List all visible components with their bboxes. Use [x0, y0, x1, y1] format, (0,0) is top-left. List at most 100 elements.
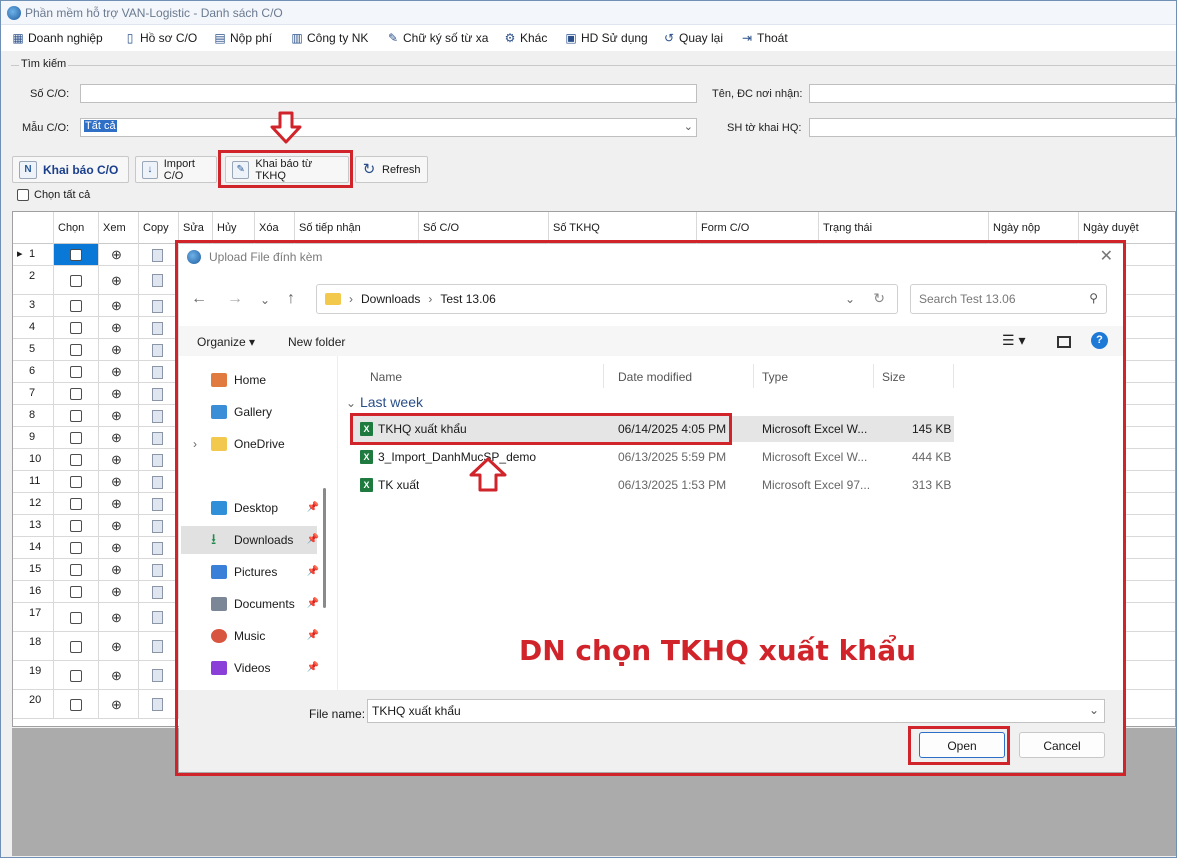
- copy-icon[interactable]: [152, 409, 163, 423]
- nav-onedrive[interactable]: › OneDrive: [181, 430, 317, 458]
- copy-icon[interactable]: [152, 387, 163, 401]
- menu-thoat[interactable]: ⇥ Thoát: [740, 29, 788, 47]
- col-size[interactable]: Size: [874, 364, 954, 388]
- copy-icon[interactable]: [152, 563, 163, 577]
- row-checkbox[interactable]: [70, 542, 82, 554]
- col-type[interactable]: Type: [754, 364, 874, 388]
- khai-bao-co-button[interactable]: N Khai báo C/O: [12, 156, 129, 183]
- row-checkbox[interactable]: [70, 274, 82, 287]
- zoom-icon[interactable]: ⊕: [111, 669, 125, 683]
- zoom-icon[interactable]: ⊕: [111, 321, 125, 335]
- menu-cong-ty-nk[interactable]: ▥ Công ty NK: [290, 29, 368, 47]
- menu-khac[interactable]: ⚙ Khác: [503, 29, 548, 47]
- copy-icon[interactable]: [152, 321, 163, 335]
- menu-nop-phi[interactable]: ▤ Nộp phí: [213, 29, 272, 47]
- zoom-icon[interactable]: ⊕: [111, 497, 125, 511]
- row-checkbox[interactable]: [70, 300, 82, 312]
- zoom-icon[interactable]: ⊕: [111, 611, 125, 625]
- nav-gallery[interactable]: Gallery: [181, 398, 317, 426]
- col-name[interactable]: Name: [362, 364, 604, 388]
- row-checkbox[interactable]: [70, 640, 82, 653]
- chevron-down-icon[interactable]: ⌄: [845, 292, 855, 306]
- address-bar[interactable]: › Downloads › Test 13.06 ⌄ ↻: [316, 284, 898, 314]
- nav-home[interactable]: Home: [181, 366, 317, 394]
- copy-icon[interactable]: [152, 299, 163, 313]
- row-checkbox[interactable]: [70, 344, 82, 356]
- nav-scrollbar[interactable]: [323, 488, 326, 608]
- copy-icon[interactable]: [152, 585, 163, 599]
- file-row[interactable]: X 3_Import_DanhMucSP_demo 06/13/2025 5:5…: [350, 444, 954, 470]
- row-checkbox[interactable]: [70, 520, 82, 532]
- row-checkbox[interactable]: [70, 669, 82, 682]
- view-list-icon[interactable]: ☰ ▾: [1002, 332, 1025, 349]
- row-checkbox[interactable]: [70, 410, 82, 422]
- copy-icon[interactable]: [152, 541, 163, 555]
- refresh-icon[interactable]: ↻: [873, 290, 885, 307]
- import-co-button[interactable]: ↓ Import C/O: [135, 156, 217, 183]
- nav-music[interactable]: Music 📌: [181, 622, 319, 650]
- row-checkbox[interactable]: [70, 498, 82, 510]
- row-checkbox[interactable]: [70, 476, 82, 488]
- copy-icon[interactable]: [152, 698, 163, 711]
- organize-button[interactable]: Organize ▾: [197, 335, 255, 349]
- search-input[interactable]: Search Test 13.06 ⚲: [910, 284, 1107, 314]
- chon-tat-ca-checkbox[interactable]: Chọn tất cả: [17, 189, 90, 201]
- nav-downloads[interactable]: ⭳ Downloads 📌: [181, 526, 319, 554]
- row-checkbox[interactable]: [70, 322, 82, 334]
- copy-icon[interactable]: [152, 475, 163, 489]
- new-folder-button[interactable]: New folder: [288, 335, 345, 349]
- menu-chu-ky-so[interactable]: ✎ Chữ ký số từ xa: [386, 29, 488, 47]
- zoom-icon[interactable]: ⊕: [111, 299, 125, 313]
- path-downloads[interactable]: Downloads: [361, 292, 420, 306]
- nav-videos[interactable]: Videos 📌: [181, 654, 319, 682]
- file-name-input[interactable]: TKHQ xuất khẩu ⌄: [367, 699, 1105, 723]
- up-arrow-icon[interactable]: ↑: [287, 290, 295, 308]
- forward-arrow-icon[interactable]: →: [227, 290, 243, 308]
- row-checkbox[interactable]: [70, 698, 82, 711]
- chevron-down-icon[interactable]: ⌄: [1089, 703, 1099, 717]
- row-checkbox[interactable]: [70, 564, 82, 576]
- zoom-icon[interactable]: ⊕: [111, 519, 125, 533]
- copy-icon[interactable]: [152, 274, 163, 287]
- zoom-icon[interactable]: ⊕: [111, 248, 125, 262]
- menu-hd-su-dung[interactable]: ▣ HD Sử dụng: [564, 29, 647, 47]
- col-date-modified[interactable]: Date modified: [610, 364, 754, 388]
- menu-ho-so-co[interactable]: ▯ Hồ sơ C/O: [123, 29, 198, 47]
- copy-icon[interactable]: [152, 611, 163, 624]
- zoom-icon[interactable]: ⊕: [111, 387, 125, 401]
- group-header[interactable]: ⌄ Last week: [346, 394, 423, 410]
- copy-icon[interactable]: [152, 669, 163, 682]
- zoom-icon[interactable]: ⊕: [111, 585, 125, 599]
- row-checkbox[interactable]: [70, 432, 82, 444]
- row-checkbox[interactable]: [70, 611, 82, 624]
- copy-icon[interactable]: [152, 640, 163, 653]
- path-current[interactable]: Test 13.06: [440, 292, 495, 306]
- copy-icon[interactable]: [152, 248, 163, 262]
- copy-icon[interactable]: [152, 365, 163, 379]
- zoom-icon[interactable]: ⊕: [111, 365, 125, 379]
- mau-co-select[interactable]: Tất cả ⌄: [80, 118, 697, 137]
- back-arrow-icon[interactable]: ←: [191, 290, 207, 308]
- file-row[interactable]: X TK xuất 06/13/2025 1:53 PM Microsoft E…: [350, 472, 954, 498]
- sh-tokhai-input[interactable]: [809, 118, 1176, 137]
- zoom-icon[interactable]: ⊕: [111, 343, 125, 357]
- zoom-icon[interactable]: ⊕: [111, 453, 125, 467]
- zoom-icon[interactable]: ⊕: [111, 475, 125, 489]
- copy-icon[interactable]: [152, 519, 163, 533]
- chevron-down-icon[interactable]: ⌄: [260, 293, 270, 307]
- checkbox[interactable]: [17, 189, 29, 201]
- nav-pictures[interactable]: Pictures 📌: [181, 558, 319, 586]
- menu-quay-lai[interactable]: ↺ Quay lại: [662, 29, 723, 47]
- refresh-button[interactable]: ↻ Refresh: [355, 156, 428, 183]
- row-checkbox[interactable]: [70, 586, 82, 598]
- close-icon[interactable]: ✕: [1100, 246, 1113, 266]
- zoom-icon[interactable]: ⊕: [111, 698, 125, 712]
- copy-icon[interactable]: [152, 343, 163, 357]
- nav-desktop[interactable]: Desktop 📌: [181, 494, 319, 522]
- chevron-right-icon[interactable]: ›: [193, 437, 197, 451]
- zoom-icon[interactable]: ⊕: [111, 409, 125, 423]
- copy-icon[interactable]: [152, 431, 163, 445]
- nav-documents[interactable]: Documents 📌: [181, 590, 319, 618]
- row-checkbox[interactable]: [70, 249, 82, 261]
- zoom-icon[interactable]: ⊕: [111, 563, 125, 577]
